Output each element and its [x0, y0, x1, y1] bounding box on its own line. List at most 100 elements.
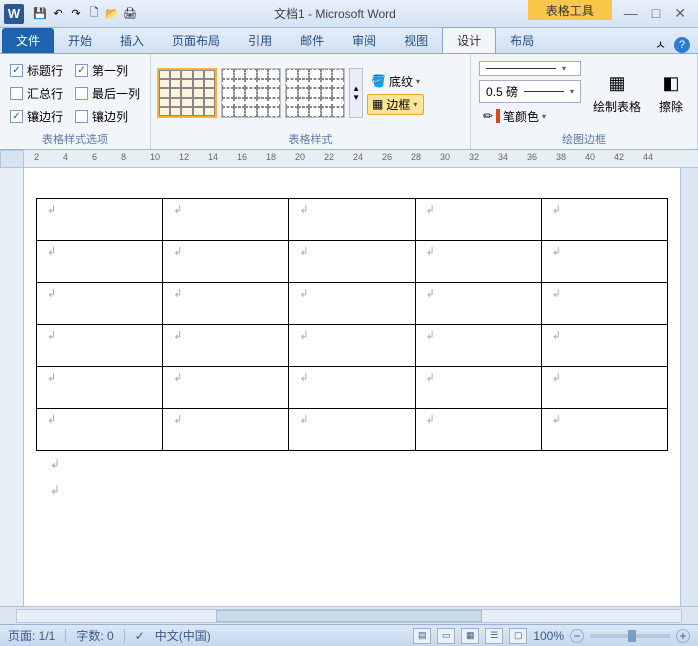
table-cell[interactable]: ↲ [415, 283, 541, 325]
shading-button[interactable]: 🪣底纹▾ [367, 72, 424, 91]
ruler-corner[interactable] [0, 150, 24, 168]
print-icon[interactable]: 🖨 [122, 6, 138, 22]
table-cell[interactable]: ↲ [37, 283, 163, 325]
minimize-icon[interactable]: — [624, 5, 638, 22]
table-cell[interactable]: ↲ [289, 409, 415, 451]
table-cell[interactable]: ↲ [163, 325, 289, 367]
draw-table-button[interactable]: ▦绘制表格 [587, 70, 647, 117]
ruler-tick: 30 [440, 152, 450, 162]
view-draft-icon[interactable]: ▢ [509, 628, 527, 644]
table-cell[interactable]: ↲ [37, 241, 163, 283]
ruler-vertical[interactable] [0, 168, 24, 606]
line-style-select[interactable]: ▾ [479, 61, 581, 76]
table-cell[interactable]: ↲ [37, 325, 163, 367]
border-icon: ▦ [372, 97, 383, 111]
status-word-count[interactable]: 字数: 0 [76, 627, 113, 644]
scroll-thumb[interactable] [216, 610, 482, 622]
checkbox-total-row[interactable]: 汇总行 [10, 85, 63, 102]
checkbox-first-col[interactable]: ✓第一列 [75, 62, 140, 79]
status-page[interactable]: 页面: 1/1 [8, 627, 55, 644]
ribbon: ✓标题行 汇总行 ✓镶边行 ✓第一列 最后一列 镶边列 表格样式选项 ▲▼ 🪣底… [0, 54, 698, 150]
table-style-2[interactable] [221, 68, 281, 118]
pen-color-button[interactable]: ✏笔颜色▾ [479, 107, 581, 126]
table-cell[interactable]: ↲ [37, 367, 163, 409]
checkbox-banded-cols[interactable]: 镶边列 [75, 108, 140, 125]
redo-icon[interactable]: ↷ [68, 6, 84, 22]
table-cell[interactable]: ↲ [541, 409, 667, 451]
open-icon[interactable]: 📂 [104, 6, 120, 22]
tab-page-layout[interactable]: 页面布局 [158, 28, 234, 53]
save-icon[interactable]: 💾 [32, 6, 48, 22]
table-cell[interactable]: ↲ [289, 325, 415, 367]
group-table-style-options: ✓标题行 汇总行 ✓镶边行 ✓第一列 最后一列 镶边列 表格样式选项 [0, 54, 151, 149]
table-cell[interactable]: ↲ [415, 325, 541, 367]
table-cell[interactable]: ↲ [415, 241, 541, 283]
tab-file[interactable]: 文件 [2, 28, 54, 53]
zoom-level[interactable]: 100% [533, 629, 564, 643]
checkbox-header-row[interactable]: ✓标题行 [10, 62, 63, 79]
chevron-down-icon: ▾ [413, 100, 417, 109]
close-icon[interactable]: ✕ [674, 5, 686, 22]
ruler-tick: 40 [585, 152, 595, 162]
tab-references[interactable]: 引用 [234, 28, 286, 53]
table-style-3[interactable] [285, 68, 345, 118]
undo-icon[interactable]: ↶ [50, 6, 66, 22]
line-weight-select[interactable]: 0.5 磅▾ [479, 80, 581, 103]
tab-review[interactable]: 审阅 [338, 28, 390, 53]
ruler-tick: 28 [411, 152, 421, 162]
ruler-horizontal[interactable]: 2468101214161820222426283032343638404244 [24, 150, 698, 168]
scrollbar-horizontal[interactable] [0, 606, 698, 624]
group-draw-borders: ▾ 0.5 磅▾ ✏笔颜色▾ ▦绘制表格 ◧擦除 绘图边框 [471, 54, 698, 149]
table-style-1[interactable] [157, 68, 217, 118]
collapse-ribbon-icon[interactable]: ㅅ [655, 36, 666, 53]
table-cell[interactable]: ↲ [541, 283, 667, 325]
tab-view[interactable]: 视图 [390, 28, 442, 53]
table-cell[interactable]: ↲ [37, 409, 163, 451]
tab-mailings[interactable]: 邮件 [286, 28, 338, 53]
table-cell[interactable]: ↲ [541, 325, 667, 367]
table-cell[interactable]: ↲ [415, 409, 541, 451]
status-language[interactable]: 中文(中国) [155, 627, 211, 644]
tab-design[interactable]: 设计 [442, 27, 496, 53]
workspace: ↲↲↲↲↲↲↲↲↲↲↲↲↲↲↲↲↲↲↲↲↲↲↲↲↲↲↲↲↲↲ ↲ ↲ [0, 168, 698, 606]
maximize-icon[interactable]: □ [652, 5, 660, 22]
table-cell[interactable]: ↲ [163, 199, 289, 241]
gallery-more-icon[interactable]: ▲▼ [349, 68, 363, 118]
table-cell[interactable]: ↲ [163, 283, 289, 325]
table-cell[interactable]: ↲ [163, 367, 289, 409]
table-cell[interactable]: ↲ [289, 241, 415, 283]
table-cell[interactable]: ↲ [163, 409, 289, 451]
zoom-slider[interactable] [590, 634, 670, 638]
tab-table-layout[interactable]: 布局 [496, 28, 548, 53]
checkbox-last-col[interactable]: 最后一列 [75, 85, 140, 102]
help-icon[interactable]: ? [674, 37, 690, 53]
view-web-icon[interactable]: ▦ [461, 628, 479, 644]
table-cell[interactable]: ↲ [541, 199, 667, 241]
document-area[interactable]: ↲↲↲↲↲↲↲↲↲↲↲↲↲↲↲↲↲↲↲↲↲↲↲↲↲↲↲↲↲↲ ↲ ↲ [24, 168, 680, 606]
page: ↲↲↲↲↲↲↲↲↲↲↲↲↲↲↲↲↲↲↲↲↲↲↲↲↲↲↲↲↲↲ ↲ ↲ [24, 168, 680, 523]
zoom-in-button[interactable]: + [676, 629, 690, 643]
eraser-button[interactable]: ◧擦除 [651, 70, 691, 117]
tab-home[interactable]: 开始 [54, 28, 106, 53]
table-cell[interactable]: ↲ [415, 367, 541, 409]
document-table[interactable]: ↲↲↲↲↲↲↲↲↲↲↲↲↲↲↲↲↲↲↲↲↲↲↲↲↲↲↲↲↲↲ [36, 198, 668, 451]
view-print-layout-icon[interactable]: ▤ [413, 628, 431, 644]
view-outline-icon[interactable]: ☰ [485, 628, 503, 644]
table-cell[interactable]: ↲ [289, 367, 415, 409]
new-doc-icon[interactable]: 🗋 [86, 6, 102, 22]
table-cell[interactable]: ↲ [541, 367, 667, 409]
table-cell[interactable]: ↲ [289, 199, 415, 241]
table-cell[interactable]: ↲ [163, 241, 289, 283]
borders-button[interactable]: ▦边框▾ [367, 94, 424, 115]
proofing-icon[interactable]: ✓ [135, 629, 145, 643]
table-cell[interactable]: ↲ [541, 241, 667, 283]
checkbox-banded-rows[interactable]: ✓镶边行 [10, 108, 63, 125]
table-cell[interactable]: ↲ [289, 283, 415, 325]
tab-insert[interactable]: 插入 [106, 28, 158, 53]
table-cell[interactable]: ↲ [415, 199, 541, 241]
view-reading-icon[interactable]: ▭ [437, 628, 455, 644]
app-icon: W [4, 4, 24, 24]
zoom-out-button[interactable]: − [570, 629, 584, 643]
ruler-tick: 4 [63, 152, 68, 162]
table-cell[interactable]: ↲ [37, 199, 163, 241]
